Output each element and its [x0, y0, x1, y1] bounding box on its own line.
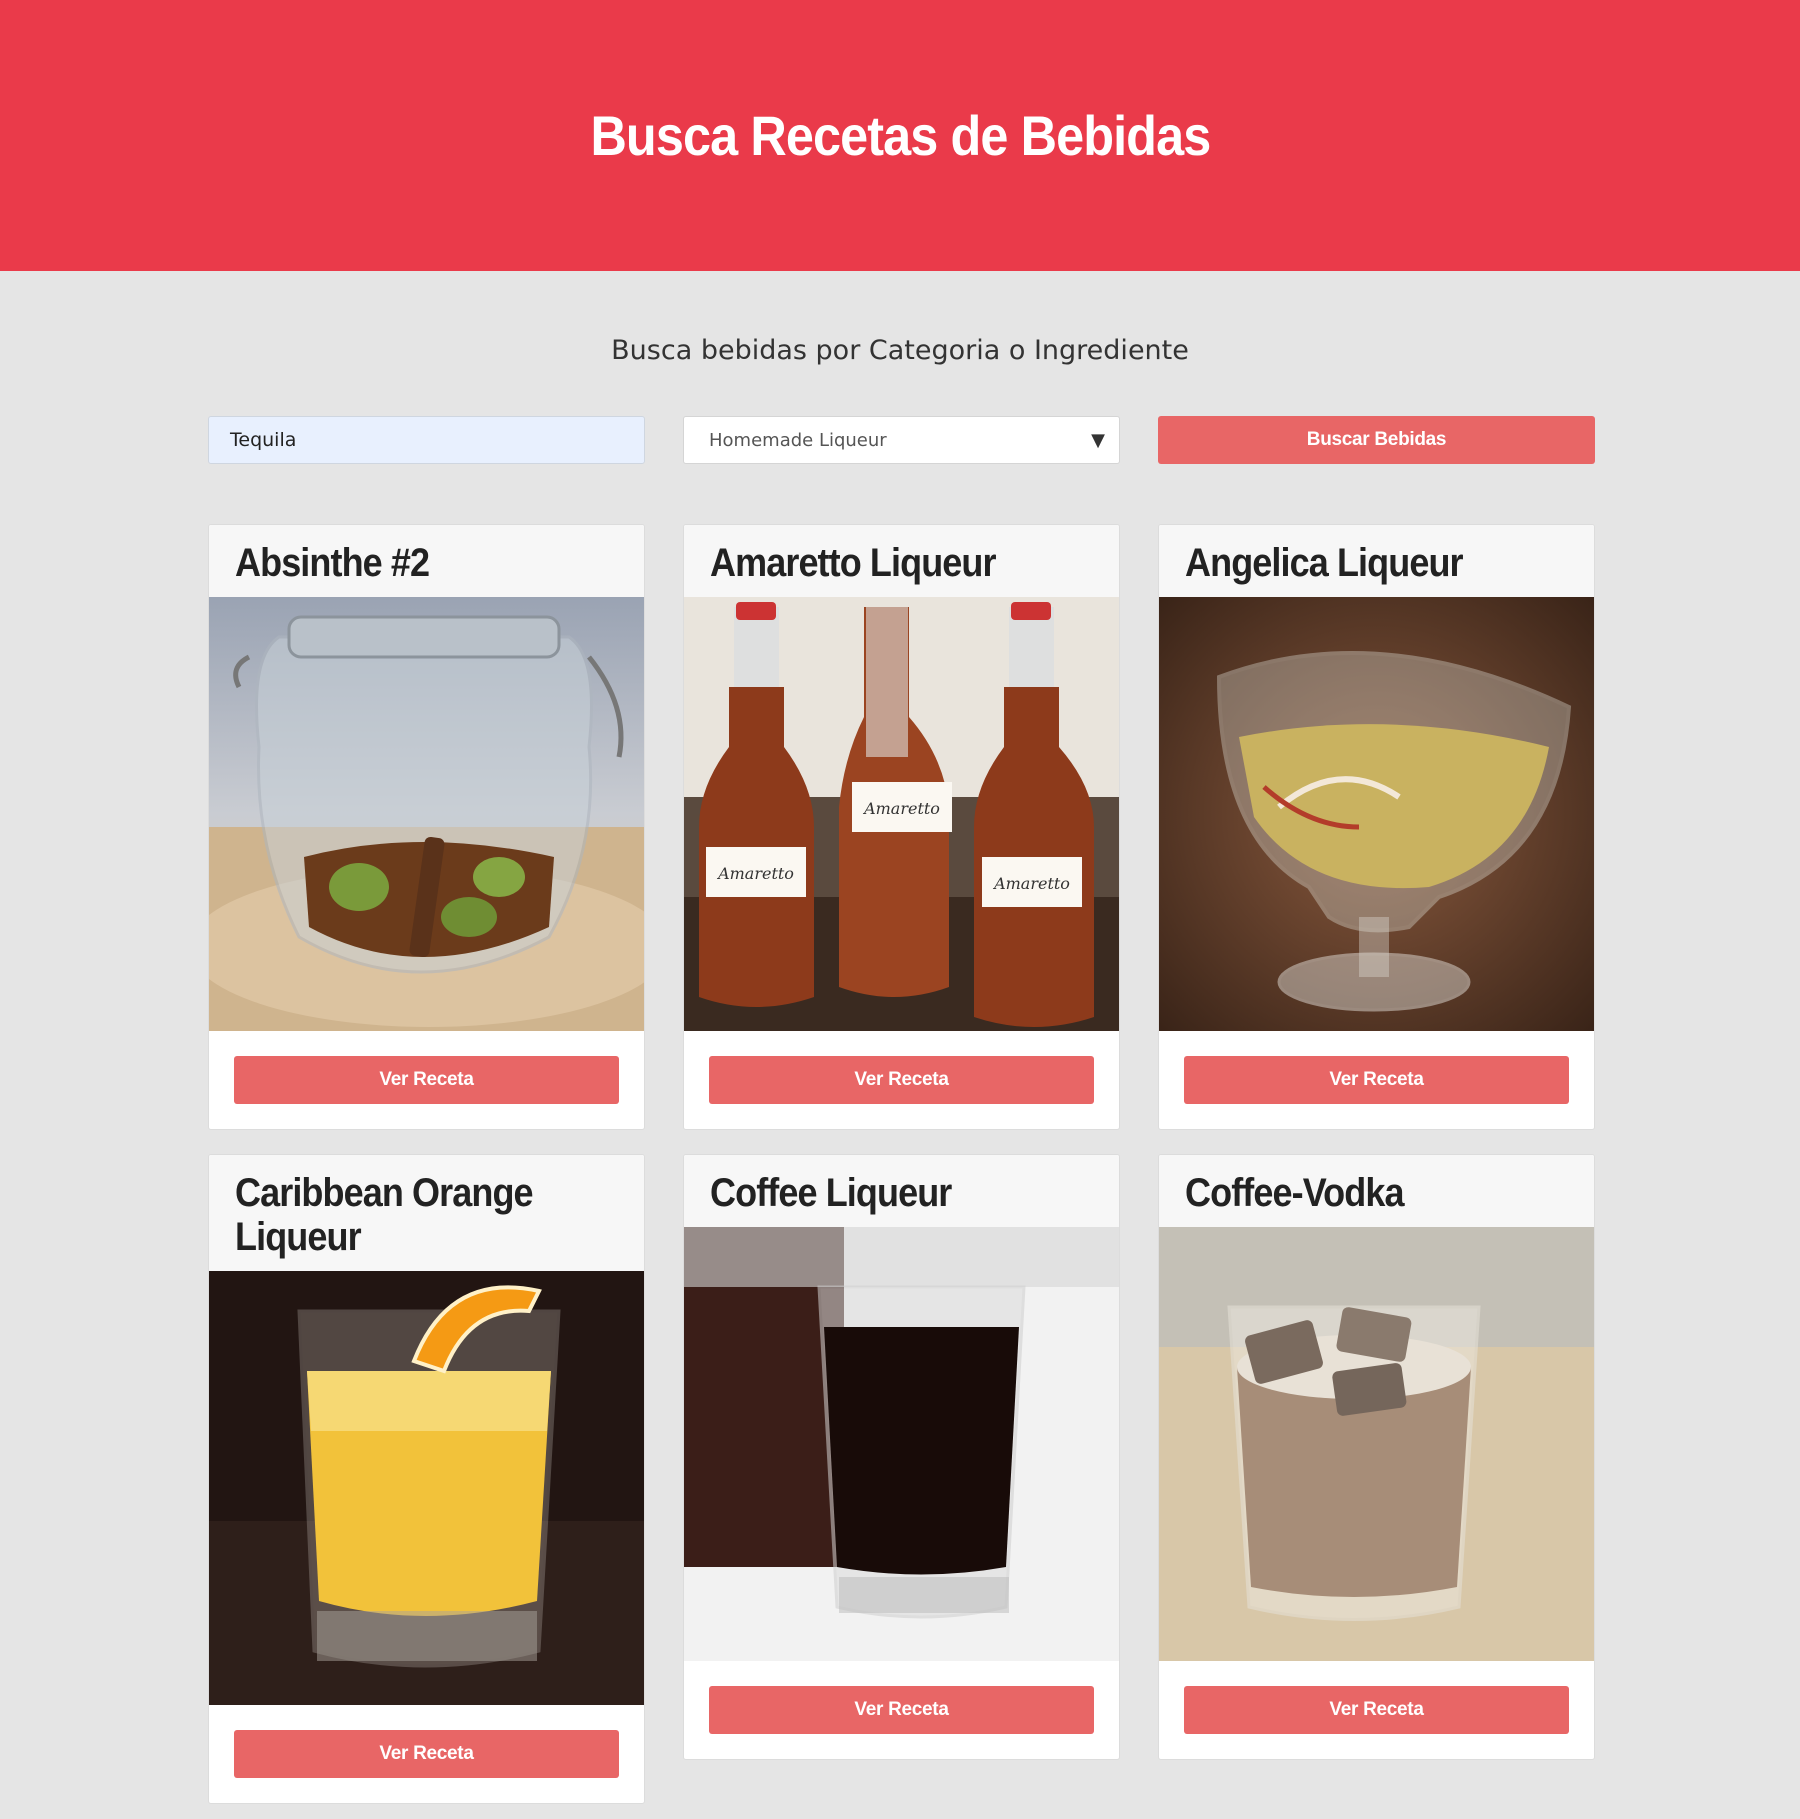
ingredient-input-value: Tequila [230, 429, 297, 451]
caret-down-icon: ▼ [1091, 429, 1105, 451]
drink-image [209, 597, 644, 1031]
drink-card-footer: Ver Receta [684, 1661, 1119, 1759]
view-recipe-button[interactable]: Ver Receta [234, 1056, 619, 1104]
drink-card-footer: Ver Receta [209, 1705, 644, 1803]
drink-image [684, 1227, 1119, 1661]
page-header: Busca Recetas de Bebidas [0, 0, 1800, 271]
drink-card-header: Coffee Liqueur [684, 1155, 1119, 1227]
search-subtitle: Busca bebidas por Categoria o Ingredient… [611, 335, 1189, 366]
drink-image [209, 1271, 644, 1705]
search-form: Tequila Homemade Liqueur ▼ Buscar Bebida… [208, 416, 1596, 464]
bottle-label: Amaretto [716, 864, 794, 883]
drink-card: Absinthe #2 Ver Receta [208, 524, 645, 1130]
drink-card: Coffee-Vodka Ver Receta [1158, 1154, 1595, 1760]
drink-card: Coffee Liqueur Ver Receta [683, 1154, 1120, 1760]
drink-card-header: Amaretto Liqueur [684, 525, 1119, 597]
drink-card-footer: Ver Receta [1159, 1661, 1594, 1759]
bottle-label: Amaretto [862, 799, 940, 818]
drink-name: Caribbean Orange Liqueur [235, 1171, 534, 1259]
drink-image [1159, 1227, 1594, 1661]
drink-card-footer: Ver Receta [209, 1031, 644, 1129]
drink-card: Caribbean Orange Liqueur Ver Receta [208, 1154, 645, 1804]
drink-name: Coffee-Vodka [1185, 1171, 1404, 1215]
view-recipe-button[interactable]: Ver Receta [234, 1730, 619, 1778]
view-recipe-button[interactable]: Ver Receta [709, 1056, 1094, 1104]
drink-image [1159, 597, 1594, 1031]
view-recipe-button[interactable]: Ver Receta [1184, 1686, 1569, 1734]
drink-name: Amaretto Liqueur [710, 541, 997, 585]
drink-card-header: Absinthe #2 [209, 525, 644, 597]
bottle-label: Amaretto [992, 874, 1070, 893]
view-recipe-button[interactable]: Ver Receta [1184, 1056, 1569, 1104]
ingredient-input[interactable]: Tequila [208, 416, 645, 464]
drink-card-footer: Ver Receta [1159, 1031, 1594, 1129]
view-recipe-button[interactable]: Ver Receta [709, 1686, 1094, 1734]
drink-card-header: Caribbean Orange Liqueur [209, 1155, 644, 1271]
drink-card: Angelica Liqueur Ver Receta [1158, 524, 1595, 1130]
drink-image: Amaretto Amaretto Amaretto [684, 597, 1119, 1031]
drink-name: Coffee Liqueur [710, 1171, 952, 1215]
category-select[interactable]: Homemade Liqueur ▼ [683, 416, 1120, 464]
drink-card: Amaretto Liqueur Amaretto Amaretto Amare… [683, 524, 1120, 1130]
drink-name: Absinthe #2 [235, 541, 430, 585]
search-drinks-button[interactable]: Buscar Bebidas [1158, 416, 1595, 464]
category-select-value: Homemade Liqueur [709, 429, 887, 451]
drink-card-header: Angelica Liqueur [1159, 525, 1594, 597]
drink-card-footer: Ver Receta [684, 1031, 1119, 1129]
page-title: Busca Recetas de Bebidas [590, 104, 1211, 167]
drink-name: Angelica Liqueur [1185, 541, 1464, 585]
drink-card-header: Coffee-Vodka [1159, 1155, 1594, 1227]
